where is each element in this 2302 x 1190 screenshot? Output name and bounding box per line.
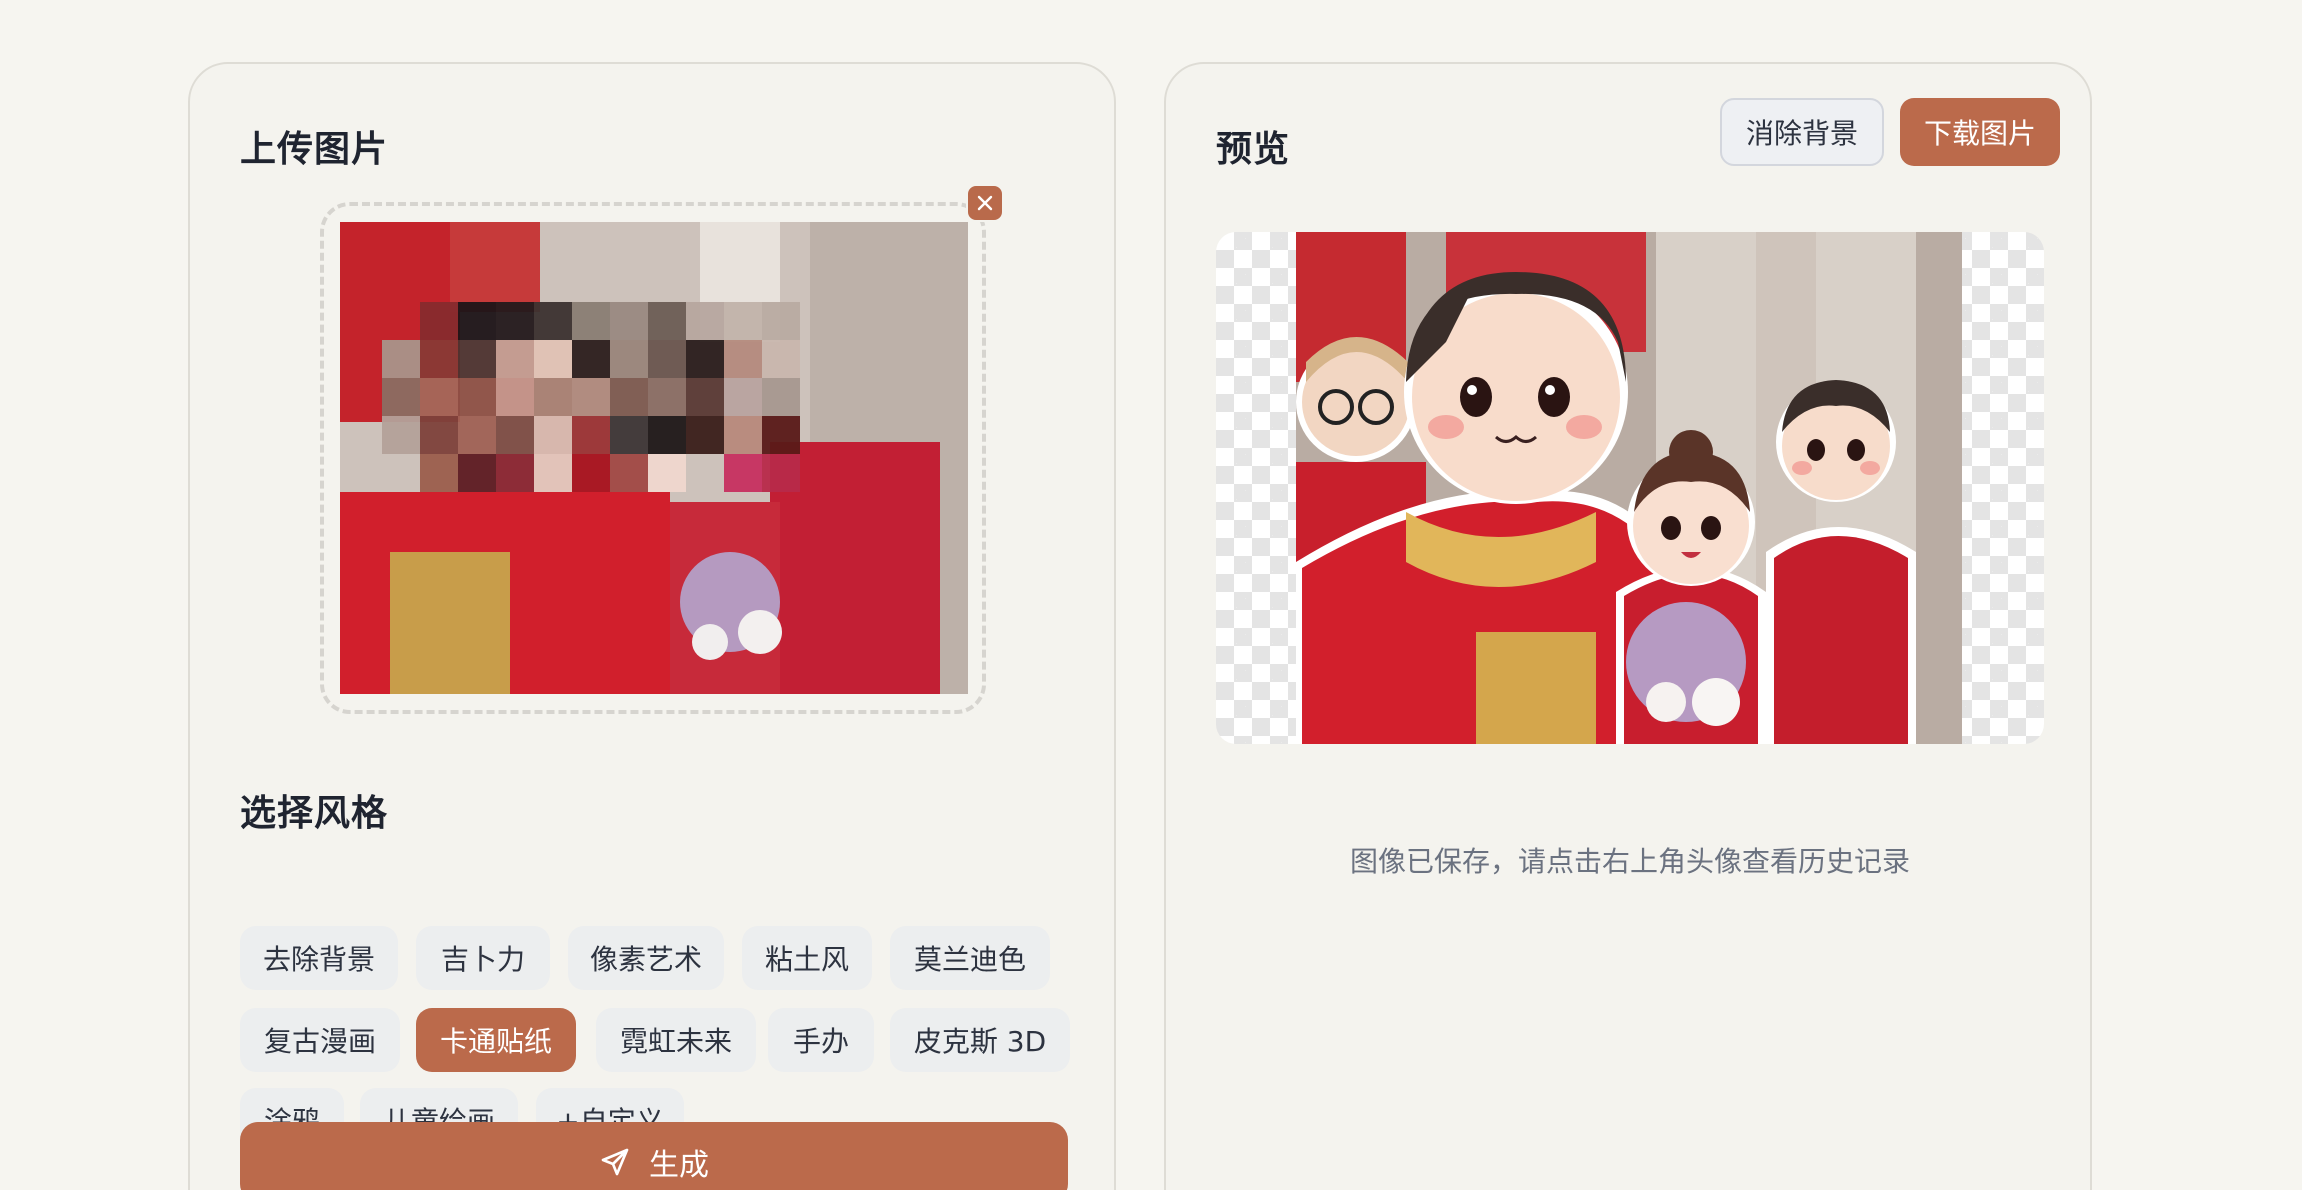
style-option-pixar-3d[interactable]: 皮克斯 3D <box>890 1008 1070 1072</box>
remove-background-button[interactable]: 消除背景 <box>1720 98 1884 166</box>
upload-title: 上传图片 <box>240 129 389 170</box>
style-option-morandi[interactable]: 莫兰迪色 <box>890 926 1050 990</box>
preview-image <box>1296 232 1962 744</box>
generate-label: 生成 <box>649 1148 709 1183</box>
remove-image-button[interactable] <box>966 184 1004 222</box>
style-title: 选择风格 <box>240 793 389 834</box>
preview-panel: 预览 消除背景 下载图片 图像已保存，请点击右上角头像查看历史记录 <box>1164 62 2092 1190</box>
uploaded-photo <box>340 222 968 694</box>
generate-button[interactable]: 生成 <box>240 1122 1068 1190</box>
uploaded-photo-illustration <box>340 222 968 694</box>
style-option-cartoon-sticker[interactable]: 卡通贴纸 <box>416 1008 576 1072</box>
style-option-ghibli[interactable]: 吉卜力 <box>416 926 550 990</box>
style-option-clay[interactable]: 粘土风 <box>742 926 872 990</box>
save-hint-text: 图像已保存，请点击右上角头像查看历史记录 <box>1349 845 1910 878</box>
preview-canvas <box>1216 232 2044 744</box>
download-image-button[interactable]: 下载图片 <box>1900 98 2060 166</box>
upload-panel: 上传图片 选择风格 去除背景 吉卜力 像素艺术 粘土风 莫兰迪色 复古漫画 卡通… <box>188 62 1116 1190</box>
style-option-retro-comic[interactable]: 复古漫画 <box>240 1008 400 1072</box>
upload-dropzone[interactable] <box>320 202 986 714</box>
style-option-pixel-art[interactable]: 像素艺术 <box>568 926 724 990</box>
style-option-remove-bg[interactable]: 去除背景 <box>240 926 398 990</box>
cartoon-sticker-illustration <box>1296 232 1962 744</box>
style-option-neon-future[interactable]: 霓虹未来 <box>596 1008 756 1072</box>
style-option-figure[interactable]: 手办 <box>768 1008 874 1072</box>
close-icon <box>977 195 993 211</box>
preview-title: 预览 <box>1216 129 1291 170</box>
send-icon <box>601 1148 629 1176</box>
